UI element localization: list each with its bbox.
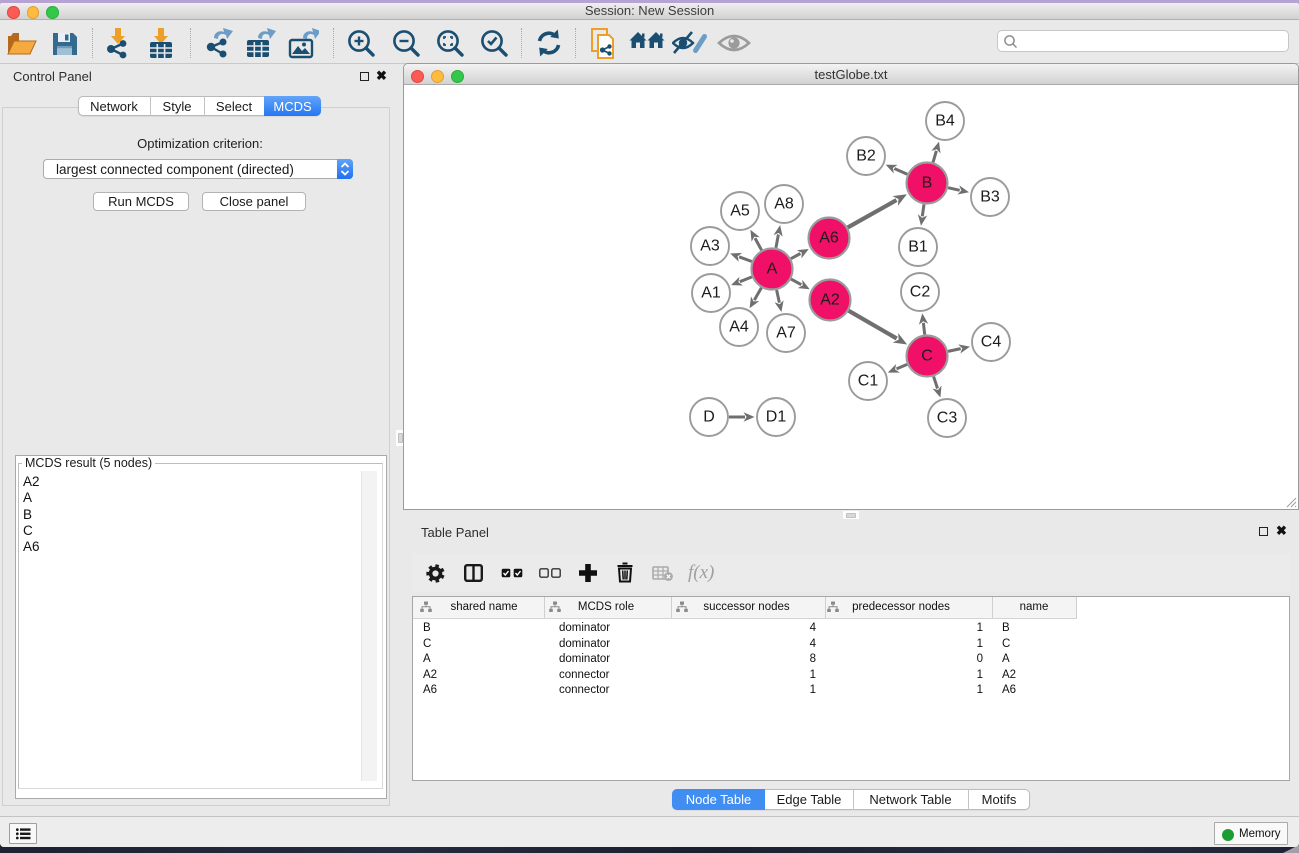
- svg-text:C2: C2: [910, 284, 931, 301]
- svg-text:A6: A6: [819, 230, 839, 247]
- svg-text:B1: B1: [908, 239, 928, 256]
- svg-text:B3: B3: [980, 189, 1000, 206]
- svg-text:C: C: [921, 348, 933, 365]
- svg-text:B4: B4: [935, 113, 955, 130]
- svg-text:A7: A7: [776, 325, 796, 342]
- svg-text:A3: A3: [700, 238, 720, 255]
- svg-text:B2: B2: [856, 148, 876, 165]
- svg-text:A8: A8: [774, 196, 794, 213]
- svg-text:C1: C1: [858, 373, 879, 390]
- svg-text:A5: A5: [730, 203, 750, 220]
- svg-text:A4: A4: [729, 319, 749, 336]
- svg-text:D: D: [703, 409, 715, 426]
- svg-text:B: B: [922, 175, 933, 192]
- svg-text:A: A: [767, 261, 778, 278]
- svg-text:A2: A2: [820, 292, 840, 309]
- svg-text:C4: C4: [981, 334, 1002, 351]
- svg-text:C3: C3: [937, 410, 958, 427]
- svg-text:A1: A1: [701, 285, 721, 302]
- svg-text:D1: D1: [766, 409, 787, 426]
